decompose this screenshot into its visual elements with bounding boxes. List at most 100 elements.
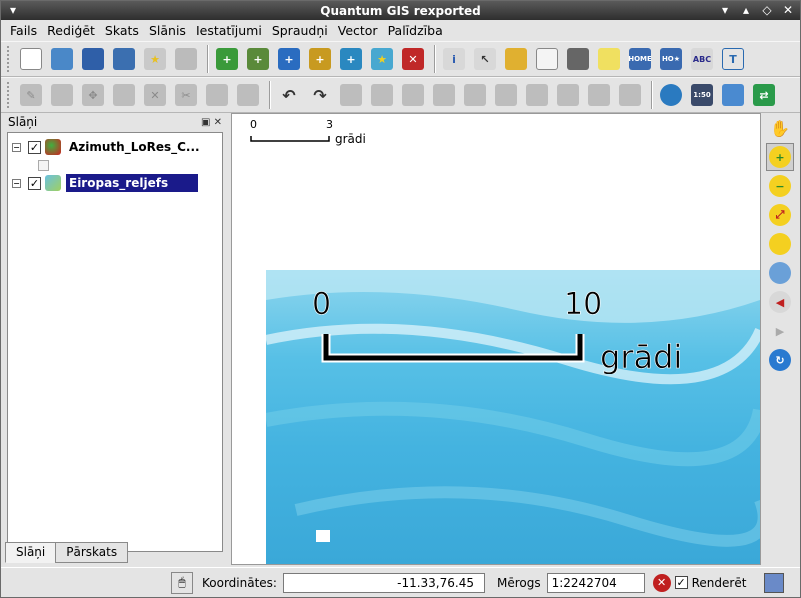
- save-as-button[interactable]: [110, 45, 138, 73]
- maximize-icon[interactable]: ▴: [738, 3, 754, 18]
- label-button[interactable]: ABC: [688, 45, 716, 73]
- layer-tree[interactable]: − ✓ Azimuth_LoRes_C... − ✓ Eiropas_relje…: [7, 132, 223, 552]
- move-feature-button[interactable]: ✥: [79, 81, 107, 109]
- attribute-table-button[interactable]: [533, 45, 561, 73]
- measure-button[interactable]: [564, 45, 592, 73]
- restore-icon[interactable]: ◇: [759, 3, 775, 18]
- menu-fails[interactable]: Fails: [5, 23, 42, 38]
- save-edits-button[interactable]: [48, 81, 76, 109]
- undo-button[interactable]: ↶: [275, 81, 303, 109]
- menu-iestatijumi[interactable]: Iestatījumi: [191, 23, 267, 38]
- cut-features-button[interactable]: ✂: [172, 81, 200, 109]
- delete-part-icon: [464, 84, 486, 106]
- collapse-icon[interactable]: −: [12, 178, 21, 188]
- map-tips-button[interactable]: [595, 45, 623, 73]
- refresh-plugin-button[interactable]: ⇄: [750, 81, 778, 109]
- merge-features-button[interactable]: [554, 81, 582, 109]
- pan-button[interactable]: ✋: [766, 114, 794, 142]
- identify-button[interactable]: i: [440, 45, 468, 73]
- add-postgis-layer-button[interactable]: +: [275, 45, 303, 73]
- menu-slanis[interactable]: Slānis: [144, 23, 191, 38]
- title-bar: ▾ Quantum GIS rexported ▾ ▴ ◇ ✕: [1, 1, 800, 20]
- layer-row-azimuth[interactable]: − ✓ Azimuth_LoRes_C...: [8, 137, 203, 157]
- zoom-layer-button[interactable]: [766, 259, 794, 287]
- collapse-icon[interactable]: −: [12, 142, 21, 152]
- text-annotation-button[interactable]: T: [719, 45, 747, 73]
- add-vector-layer-button[interactable]: +: [213, 45, 241, 73]
- menu-palidziba[interactable]: Palīdzība: [383, 23, 448, 38]
- refresh-button[interactable]: ↻: [766, 346, 794, 374]
- toolbar-grip[interactable]: [7, 46, 13, 72]
- node-tool-button[interactable]: [110, 81, 138, 109]
- menu-skats[interactable]: Skats: [100, 23, 144, 38]
- menu-spraudni[interactable]: Spraudņi: [267, 23, 333, 38]
- minimize-icon[interactable]: ▾: [717, 3, 733, 18]
- show-bookmarks-button[interactable]: HO★: [657, 45, 685, 73]
- zoom-out-button[interactable]: −: [766, 172, 794, 200]
- zoom-selection-button[interactable]: [766, 230, 794, 258]
- simplify-icon: [340, 84, 362, 106]
- projection-status-icon[interactable]: [764, 572, 785, 593]
- print-star-icon: ★: [144, 48, 166, 70]
- new-project-button[interactable]: [17, 45, 45, 73]
- mouse-icon: 🖱: [178, 575, 186, 589]
- offset-icon: [619, 84, 641, 106]
- layer-row-eiropas[interactable]: − ✓ Eiropas_reljefs: [8, 173, 199, 193]
- delete-icon: ✕: [144, 84, 166, 106]
- zoom-next-button[interactable]: ▶: [766, 317, 794, 345]
- remove-layer-button[interactable]: ✕: [399, 45, 427, 73]
- georeferencer-button[interactable]: [719, 81, 747, 109]
- scale-field[interactable]: 1:2242704: [546, 572, 645, 593]
- zoom-in-button[interactable]: +: [766, 143, 794, 171]
- toggle-editing-button[interactable]: ✎: [17, 81, 45, 109]
- add-spatialite-layer-button[interactable]: +: [306, 45, 334, 73]
- menu-redigeet[interactable]: Rediģēt: [42, 23, 100, 38]
- scalebar-small-unit: grādi: [335, 132, 366, 146]
- globe-plugin-button[interactable]: [657, 81, 685, 109]
- layer-name[interactable]: Azimuth_LoRes_C...: [66, 139, 203, 155]
- save-project-button[interactable]: [79, 45, 107, 73]
- tab-layers[interactable]: Slāņi: [5, 542, 57, 563]
- add-ring-button[interactable]: [368, 81, 396, 109]
- select-features-button[interactable]: ↖: [471, 45, 499, 73]
- stop-render-icon[interactable]: ✕: [652, 573, 671, 592]
- new-layer-button[interactable]: ★: [368, 45, 396, 73]
- render-checkbox[interactable]: ✓: [674, 576, 688, 589]
- add-island-button[interactable]: [399, 81, 427, 109]
- layer-visibility-checkbox[interactable]: ✓: [28, 176, 41, 190]
- deselect-button[interactable]: [502, 45, 530, 73]
- panel-float-close-icons[interactable]: ▣ ✕: [201, 117, 222, 128]
- add-wms-layer-button[interactable]: +: [337, 45, 365, 73]
- toolbar-grip[interactable]: [7, 82, 13, 108]
- offset-curve-button[interactable]: [616, 81, 644, 109]
- copy-features-button[interactable]: [203, 81, 231, 109]
- layer-visibility-checkbox[interactable]: ✓: [28, 140, 41, 154]
- delete-part-button[interactable]: [461, 81, 489, 109]
- scalebar-plugin-button[interactable]: 1:50: [688, 81, 716, 109]
- coordinate-capture-button[interactable]: 🖱: [171, 571, 193, 594]
- new-bookmark-button[interactable]: HOME: [626, 45, 654, 73]
- print-button[interactable]: [172, 45, 200, 73]
- delete-selected-button[interactable]: ✕: [141, 81, 169, 109]
- menu-vector[interactable]: Vector: [333, 23, 383, 38]
- zoom-last-button[interactable]: ◀: [766, 288, 794, 316]
- simplify-feature-button[interactable]: [337, 81, 365, 109]
- coordinates-field[interactable]: -11.33,76.45: [282, 572, 485, 593]
- paste-features-button[interactable]: [234, 81, 262, 109]
- delete-ring-button[interactable]: [430, 81, 458, 109]
- close-icon[interactable]: ✕: [780, 3, 796, 18]
- zoom-full-button[interactable]: ⤢: [766, 201, 794, 229]
- layer-name[interactable]: Eiropas_reljefs: [66, 174, 199, 192]
- window-menu-icon[interactable]: ▾: [5, 3, 21, 18]
- redo-icon: ↷: [313, 85, 327, 105]
- toolbar-separator: [434, 45, 436, 73]
- rotate-symbols-button[interactable]: [585, 81, 613, 109]
- add-raster-layer-button[interactable]: +: [244, 45, 272, 73]
- split-features-button[interactable]: [523, 81, 551, 109]
- reshape-button[interactable]: [492, 81, 520, 109]
- open-project-button[interactable]: [48, 45, 76, 73]
- redo-button[interactable]: ↷: [306, 81, 334, 109]
- map-canvas[interactable]: 0 3 grādi 0 10 grādi: [231, 113, 761, 565]
- print-composer-button[interactable]: ★: [141, 45, 169, 73]
- tab-overview[interactable]: Pārskats: [55, 542, 129, 563]
